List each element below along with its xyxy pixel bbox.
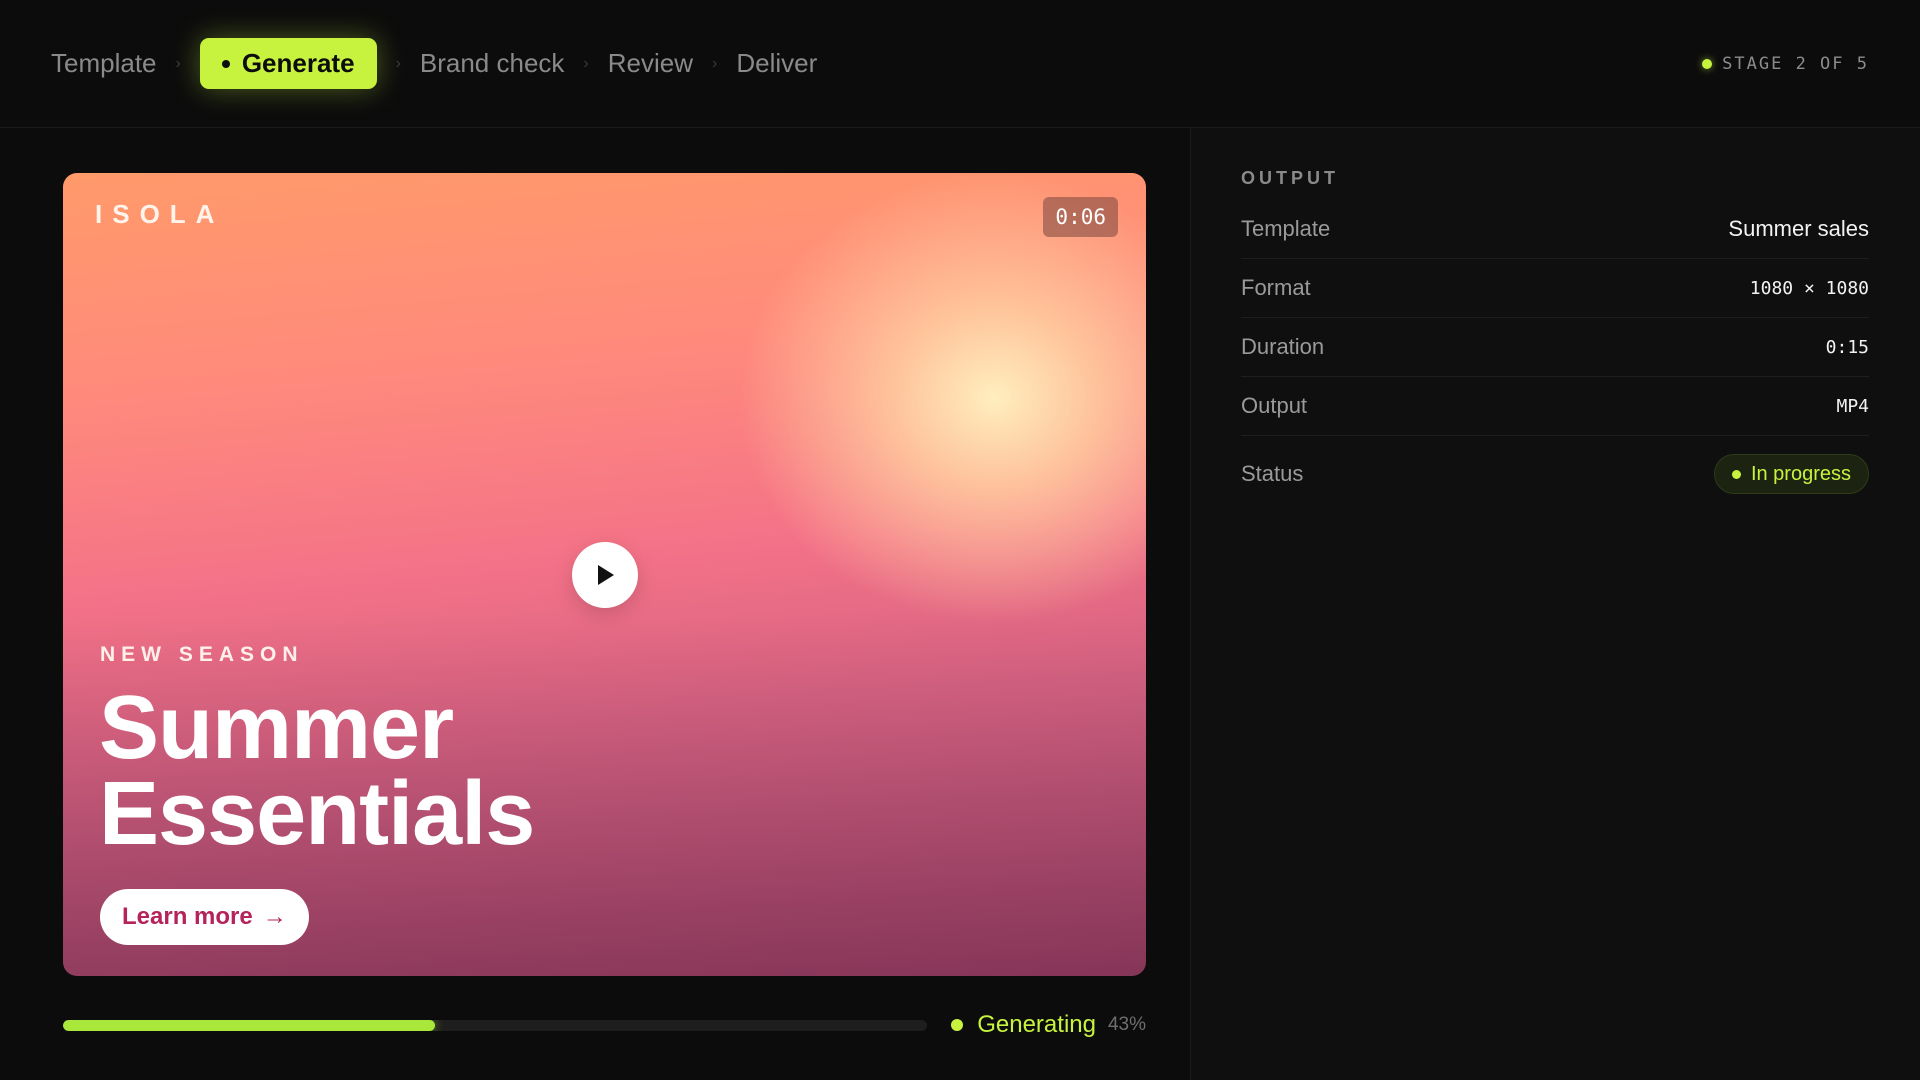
eyebrow-text: NEW SEASON [100, 643, 304, 666]
step-brand-check[interactable]: Brand check [420, 48, 565, 79]
status-badge: In progress [1713, 454, 1869, 494]
detail-key: Status [1241, 461, 1304, 486]
output-details: Template Summer sales Format 1080 × 1080… [1241, 200, 1869, 512]
progress-fill [63, 1019, 435, 1031]
progress-label: Generating [977, 1011, 1096, 1038]
detail-row-output: Output MP4 [1241, 377, 1869, 436]
learn-more-button[interactable]: Learn more → [100, 889, 309, 945]
step-review[interactable]: Review [608, 48, 693, 79]
step-template[interactable]: Template [51, 48, 157, 79]
brand-logo: ISOLA [95, 199, 225, 229]
arrow-right-icon: → [262, 903, 287, 930]
status-dot-icon [1731, 469, 1741, 479]
detail-key: Template [1241, 216, 1331, 241]
chevron-right-icon: › [175, 54, 181, 72]
detail-value: Summer sales [1728, 216, 1869, 241]
pipeline-bar: Template › Generate › Brand check › Revi… [0, 0, 1920, 128]
active-dot-icon [221, 59, 230, 68]
progress-track [63, 1019, 928, 1031]
panel-title: OUTPUT [1241, 168, 1339, 188]
output-panel: OUTPUT Template Summer sales Format 1080… [1191, 128, 1920, 1080]
chevron-right-icon: › [583, 54, 589, 72]
detail-key: Output [1241, 393, 1308, 418]
headline-line-2: Essentials [99, 764, 535, 864]
status-dot-icon [951, 1019, 964, 1031]
play-icon [598, 565, 614, 585]
detail-key: Duration [1241, 334, 1325, 359]
chevron-right-icon: › [395, 54, 401, 72]
detail-value: 0:15 [1825, 336, 1869, 358]
play-button[interactable] [572, 542, 638, 608]
headline: Summer Essentials [99, 678, 535, 864]
timecode-badge: 0:06 [1043, 197, 1118, 237]
status-badge-label: In progress [1750, 462, 1851, 485]
step-generate[interactable]: Generate [199, 38, 377, 89]
detail-row-duration: Duration 0:15 [1241, 318, 1869, 377]
step-deliver[interactable]: Deliver [736, 48, 817, 79]
chevron-right-icon: › [712, 54, 718, 72]
stage-indicator: STAGE 2 OF 5 [1702, 54, 1869, 74]
detail-row-template: Template Summer sales [1241, 200, 1869, 259]
status-dot-icon [1702, 58, 1713, 69]
pipeline-steps: Template › Generate › Brand check › Revi… [51, 38, 817, 89]
progress-percent: 43% [1107, 1014, 1146, 1035]
detail-key: Format [1241, 275, 1311, 300]
headline-line-1: Summer [99, 678, 454, 778]
detail-row-format: Format 1080 × 1080 [1241, 259, 1869, 318]
detail-value: MP4 [1836, 395, 1869, 417]
detail-row-status: Status In progress [1241, 436, 1869, 512]
stage-text: STAGE 2 OF 5 [1722, 53, 1869, 74]
video-preview[interactable]: ISOLA 0:06 NEW SEASON Summer Essentials … [63, 173, 1146, 976]
step-generate-label: Generate [241, 48, 355, 78]
cta-label: Learn more [122, 903, 253, 930]
app-window: Template › Generate › Brand check › Revi… [0, 0, 1920, 1080]
detail-value: 1080 × 1080 [1749, 277, 1869, 299]
generation-progress: Generating 43% [63, 1010, 1146, 1040]
